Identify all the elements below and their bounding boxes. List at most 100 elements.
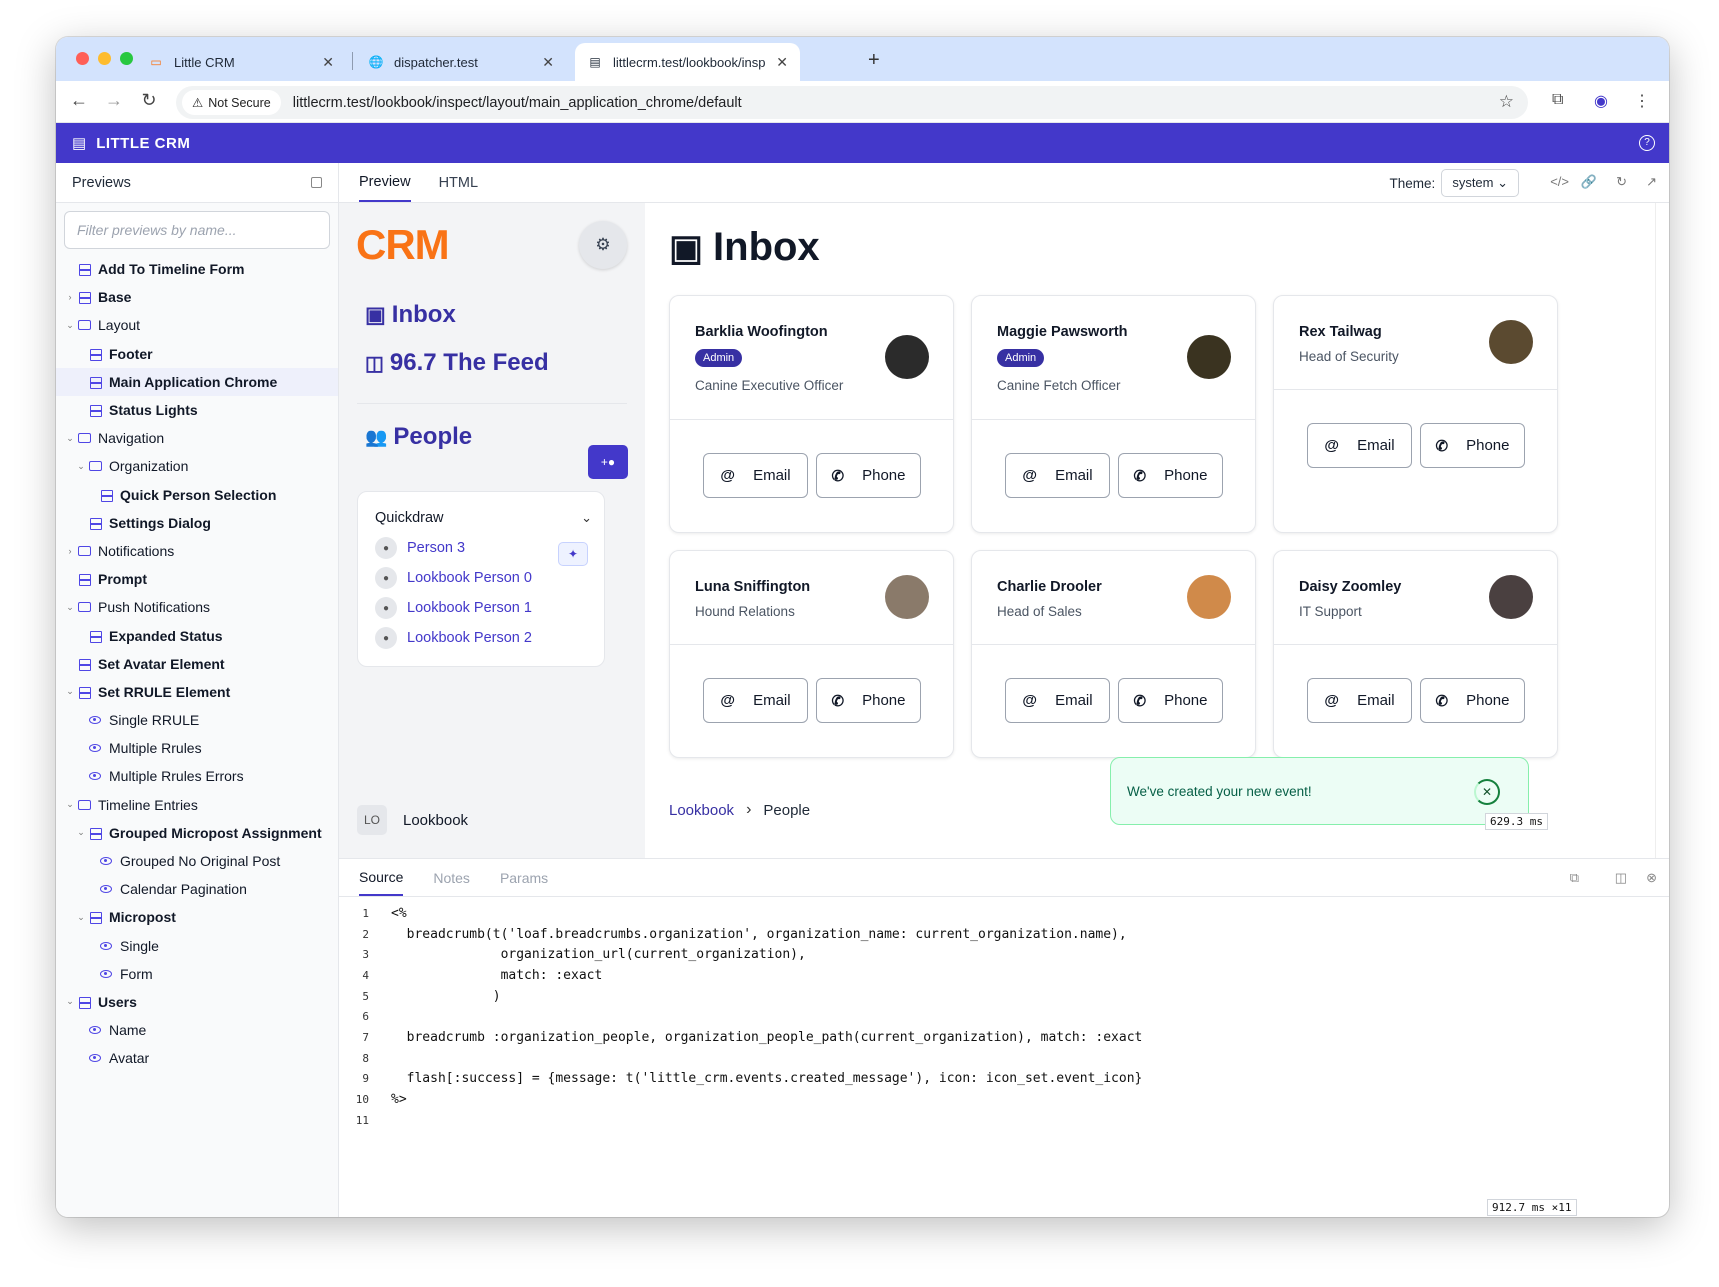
close-icon[interactable]: ✕ bbox=[1474, 779, 1500, 805]
sidebar-item[interactable]: Name bbox=[56, 1016, 338, 1044]
maximize-window-button[interactable] bbox=[120, 52, 133, 65]
nav-inbox[interactable]: ▣ Inbox bbox=[365, 301, 456, 329]
sidebar-item[interactable]: Single RRULE bbox=[56, 706, 338, 734]
profile-icon[interactable]: ◉ bbox=[1594, 91, 1608, 111]
sidebar-item[interactable]: Quick Person Selection bbox=[56, 481, 338, 509]
email-button[interactable]: @ Email bbox=[703, 453, 808, 498]
chevron-down-icon[interactable]: ⌄ bbox=[75, 461, 87, 472]
browser-tab-2[interactable]: 🌐 dispatcher.test ✕ bbox=[356, 43, 566, 81]
theme-select[interactable]: system ⌄ bbox=[1441, 169, 1519, 197]
sidebar-item[interactable]: ⌄ Grouped Micropost Assignment bbox=[56, 819, 338, 847]
settings-gear-button[interactable]: ⚙ bbox=[579, 221, 627, 269]
chevron-down-icon[interactable]: ⌄ bbox=[64, 686, 76, 697]
nav-feed[interactable]: ◫ 96.7 The Feed bbox=[365, 349, 549, 377]
user-footer[interactable]: LO Lookbook bbox=[357, 805, 468, 835]
person-name[interactable]: Charlie Drooler bbox=[997, 579, 1102, 595]
tab-preview[interactable]: Preview bbox=[359, 163, 411, 202]
chevron-down-icon[interactable]: ⌄ bbox=[64, 602, 76, 613]
quickdraw-person[interactable]: ● Lookbook Person 1 bbox=[375, 597, 532, 619]
chevron-down-icon[interactable]: ⌄ bbox=[64, 799, 76, 810]
browser-tab-1[interactable]: ▭ Little CRM ✕ bbox=[136, 43, 346, 81]
chevron-down-icon[interactable]: ⌄ bbox=[64, 433, 76, 444]
address-bar[interactable]: ⚠ Not Secure littlecrm.test/lookbook/ins… bbox=[176, 86, 1528, 119]
sidebar-item[interactable]: Avatar bbox=[56, 1044, 338, 1072]
sidebar-item[interactable]: Settings Dialog bbox=[56, 509, 338, 537]
person-name[interactable]: Barklia Woofington bbox=[695, 324, 828, 340]
menu-icon[interactable]: ⋮ bbox=[1634, 91, 1650, 111]
quickdraw-person[interactable]: ● Lookbook Person 0 bbox=[375, 567, 532, 589]
copy-icon[interactable]: ⧉ bbox=[1570, 870, 1579, 886]
quickdraw-person[interactable]: ● Lookbook Person 2 bbox=[375, 627, 532, 649]
email-button[interactable]: @ Email bbox=[1005, 678, 1110, 723]
chevron-down-icon[interactable]: ⌄ bbox=[64, 320, 76, 331]
sidebar-item[interactable]: ⌄ Micropost bbox=[56, 903, 338, 931]
email-button[interactable]: @ Email bbox=[1307, 678, 1412, 723]
chevron-down-icon[interactable]: ⌄ bbox=[75, 912, 87, 923]
sidebar-item[interactable]: ⌄ Set RRULE Element bbox=[56, 678, 338, 706]
sparkle-button[interactable]: ✦ bbox=[558, 542, 588, 566]
person-name[interactable]: Rex Tailwag bbox=[1299, 324, 1382, 340]
url-text[interactable]: littlecrm.test/lookbook/inspect/layout/m… bbox=[293, 95, 742, 111]
sidebar-item[interactable]: Multiple Rrules Errors bbox=[56, 762, 338, 790]
tab-notes[interactable]: Notes bbox=[433, 860, 470, 896]
person-name[interactable]: Luna Sniffington bbox=[695, 579, 810, 595]
sidebar-item[interactable]: Calendar Pagination bbox=[56, 875, 338, 903]
new-tab-button[interactable]: + bbox=[868, 49, 880, 72]
crm-logo[interactable]: CRM bbox=[356, 221, 450, 269]
chevron-right-icon[interactable]: › bbox=[64, 546, 76, 556]
sidebar-item[interactable]: ⌄ Navigation bbox=[56, 424, 338, 452]
email-button[interactable]: @ Email bbox=[1307, 423, 1412, 468]
sidebar-item[interactable]: Status Lights bbox=[56, 396, 338, 424]
sidebar-item[interactable]: Grouped No Original Post bbox=[56, 847, 338, 875]
external-link-icon[interactable]: ↗ bbox=[1646, 174, 1657, 190]
collapse-sidebar-icon[interactable] bbox=[311, 177, 322, 188]
sidebar-item[interactable]: Main Application Chrome bbox=[56, 367, 338, 396]
email-button[interactable]: @ Email bbox=[1005, 453, 1110, 498]
sidebar-item[interactable]: ⌄ Timeline Entries bbox=[56, 791, 338, 819]
reload-icon[interactable]: ↻ bbox=[138, 90, 160, 111]
person-name[interactable]: Daisy Zoomley bbox=[1299, 579, 1401, 595]
chevron-down-icon[interactable]: ⌄ bbox=[64, 996, 76, 1007]
sidebar-item[interactable]: Footer bbox=[56, 340, 338, 368]
back-icon[interactable]: ← bbox=[68, 90, 90, 111]
phone-button[interactable]: ✆ Phone bbox=[1420, 423, 1525, 468]
phone-button[interactable]: ✆ Phone bbox=[816, 453, 921, 498]
link-icon[interactable]: 🔗 bbox=[1581, 174, 1597, 190]
close-tab-icon[interactable]: ✕ bbox=[776, 54, 788, 71]
close-window-button[interactable] bbox=[76, 52, 89, 65]
sidebar-item[interactable]: › Notifications bbox=[56, 537, 338, 565]
preview-scrollbar[interactable] bbox=[1655, 203, 1669, 858]
sidebar-item[interactable]: › Base bbox=[56, 283, 338, 311]
tab-params[interactable]: Params bbox=[500, 860, 548, 896]
nav-people[interactable]: 👥 People bbox=[365, 423, 472, 451]
quickdraw-person[interactable]: ● Person 3 bbox=[375, 537, 465, 559]
sidebar-item[interactable]: Prompt bbox=[56, 565, 338, 593]
sidebar-item[interactable]: Set Avatar Element bbox=[56, 650, 338, 678]
minimize-window-button[interactable] bbox=[98, 52, 111, 65]
close-tab-icon[interactable]: ✕ bbox=[322, 54, 334, 71]
forward-icon[interactable]: → bbox=[103, 90, 125, 111]
panel-layout-icon[interactable]: ◫ bbox=[1615, 870, 1627, 886]
sidebar-item[interactable]: Add To Timeline Form bbox=[56, 255, 338, 283]
tab-source[interactable]: Source bbox=[359, 860, 404, 896]
close-panel-icon[interactable]: ⊗ bbox=[1646, 870, 1657, 886]
chevron-down-icon[interactable]: ⌄ bbox=[75, 827, 87, 838]
security-chip[interactable]: ⚠ Not Secure bbox=[182, 90, 281, 115]
add-person-button[interactable]: +● bbox=[588, 445, 628, 479]
close-tab-icon[interactable]: ✕ bbox=[542, 54, 554, 71]
breadcrumb-lookbook[interactable]: Lookbook bbox=[669, 802, 734, 819]
sidebar-item[interactable]: ⌄ Organization bbox=[56, 452, 338, 480]
phone-button[interactable]: ✆ Phone bbox=[1118, 453, 1223, 498]
sidebar-item[interactable]: Form bbox=[56, 960, 338, 988]
sidebar-item[interactable]: ⌄ Users bbox=[56, 988, 338, 1016]
email-button[interactable]: @ Email bbox=[703, 678, 808, 723]
cast-icon[interactable]: ⧉ bbox=[1552, 91, 1563, 109]
sidebar-item[interactable]: Expanded Status bbox=[56, 621, 338, 649]
phone-button[interactable]: ✆ Phone bbox=[816, 678, 921, 723]
filter-previews-input[interactable]: Filter previews by name... bbox=[64, 211, 330, 249]
chevron-down-icon[interactable]: ⌄ bbox=[581, 510, 592, 526]
sidebar-item[interactable]: Multiple Rrules bbox=[56, 734, 338, 762]
tab-html[interactable]: HTML bbox=[439, 163, 478, 202]
help-icon[interactable]: ? bbox=[1639, 135, 1655, 151]
browser-tab-3[interactable]: ▤ littlecrm.test/lookbook/inspec ✕ bbox=[575, 43, 800, 81]
